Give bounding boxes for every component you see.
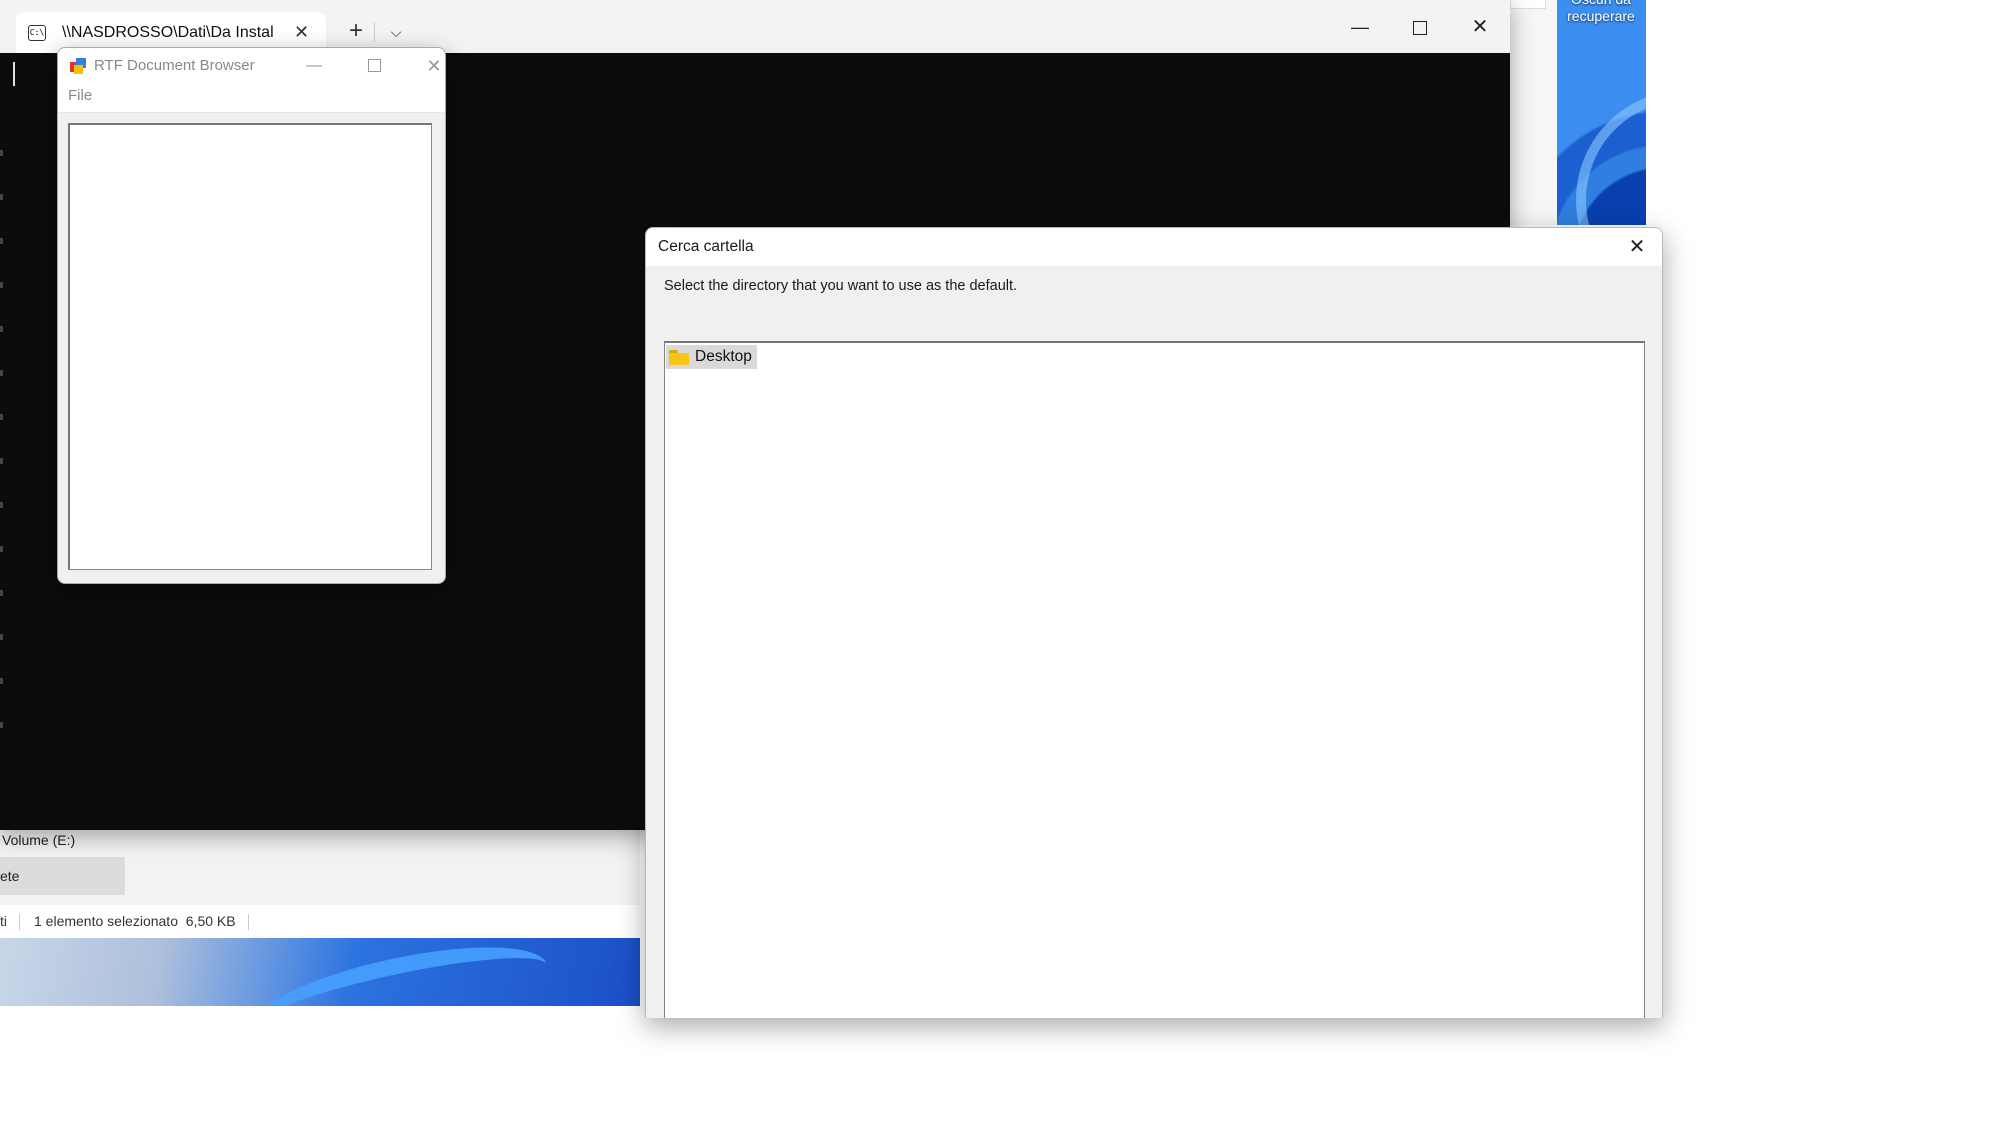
folder-icon: [669, 349, 689, 365]
desktop-wallpaper-bottom: [0, 938, 640, 1006]
nav-item-network[interactable]: ete: [0, 857, 125, 895]
desktop-icon-label-line1: Oscuri da: [1556, 0, 1646, 8]
tab-dropdown-button[interactable]: ⌵: [374, 16, 412, 48]
text-cursor: [13, 62, 15, 86]
maximize-icon: [367, 59, 381, 73]
explorer-edge-field: [1510, 0, 1546, 9]
terminal-tab-title: \\NASDROSSO\Dati\Da Instal: [62, 23, 274, 41]
new-tab-button[interactable]: +: [340, 16, 372, 48]
close-button[interactable]: ✕: [411, 48, 445, 84]
status-item-count: ti: [0, 913, 7, 929]
tree-item-desktop[interactable]: Desktop: [666, 345, 757, 369]
status-separator: [19, 914, 20, 931]
status-size: 6,50 KB: [185, 913, 236, 929]
window-title: RTF Document Browser: [94, 57, 255, 74]
status-bar: ti 1 elemento selezionato 6,50 KB: [0, 905, 640, 938]
menu-item-file[interactable]: File: [68, 84, 92, 108]
document-view[interactable]: [68, 123, 432, 570]
folder-tree[interactable]: Desktop: [664, 341, 1645, 1018]
minimize-button[interactable]: —: [291, 48, 337, 84]
minimize-button[interactable]: —: [1337, 10, 1383, 44]
terminal-left-edge: [0, 150, 4, 770]
tree-item-label: Desktop: [695, 348, 752, 365]
rtf-titlebar[interactable]: RTF Document Browser — ✕: [58, 48, 445, 84]
maximize-button[interactable]: [1397, 10, 1443, 44]
rtf-browser-window[interactable]: RTF Document Browser — ✕ File: [57, 47, 446, 584]
desktop-icon[interactable]: Oscuri da recuperare: [1556, 0, 1646, 25]
close-button[interactable]: ✕: [1457, 10, 1503, 44]
terminal-icon: C:\: [28, 24, 46, 41]
desktop-wallpaper: Oscuri da recuperare: [1556, 0, 1646, 225]
desktop-icon-label-line2: recuperare: [1567, 8, 1635, 24]
app-icon: [70, 58, 86, 74]
browse-folder-dialog[interactable]: Cerca cartella ✕ Select the directory th…: [645, 227, 1663, 1018]
terminal-titlebar[interactable]: C:\ \\NASDROSSO\Dati\Da Instal ✕ + ⌵ — ✕: [0, 0, 1510, 53]
dialog-instruction: Select the directory that you want to us…: [664, 278, 1018, 294]
wallpaper-swirl: [245, 938, 555, 1006]
menu-bar: File: [58, 84, 445, 113]
maximize-button[interactable]: [351, 48, 397, 84]
dialog-title: Cerca cartella: [658, 238, 754, 255]
file-explorer-window: Volume (E:) ete ti 1 elemento selezionato…: [0, 825, 640, 938]
explorer-window-edge: [1509, 0, 1557, 225]
close-button[interactable]: ✕: [1614, 228, 1660, 266]
status-separator: [247, 914, 249, 931]
status-selection: 1 elemento selezionato: [34, 913, 178, 929]
dialog-titlebar[interactable]: Cerca cartella ✕: [646, 228, 1662, 266]
maximize-icon: [1413, 21, 1427, 36]
wallpaper-swirl: [1576, 90, 1646, 225]
close-tab-icon[interactable]: ✕: [294, 22, 309, 43]
